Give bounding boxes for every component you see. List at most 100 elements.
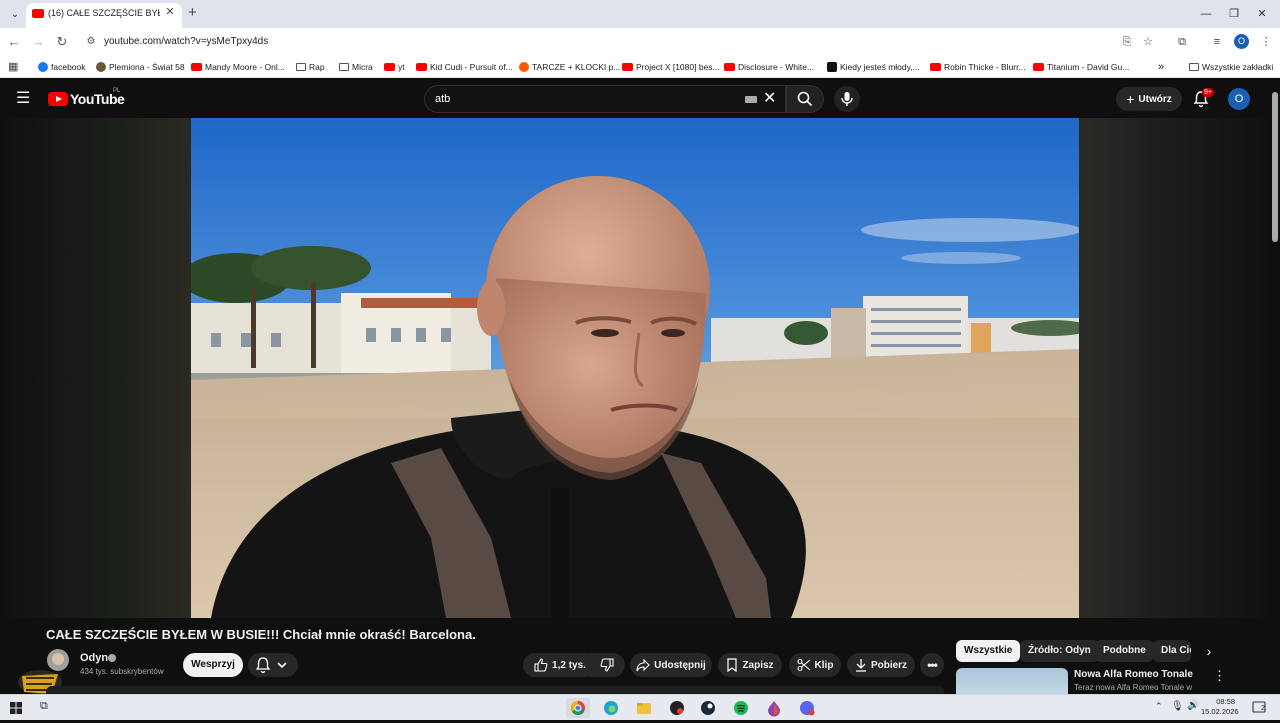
support-button[interactable]: Wesprzyj xyxy=(183,653,243,677)
keyboard-icon[interactable] xyxy=(745,96,757,103)
url-text[interactable]: youtube.com/watch?v=ysMeTpxy4ds xyxy=(104,36,268,47)
steam-taskbar-icon[interactable] xyxy=(696,698,720,718)
forward-icon[interactable]: → xyxy=(29,33,47,51)
edge-taskbar-icon[interactable] xyxy=(599,698,623,718)
page-scrollbar[interactable] xyxy=(1270,80,1280,690)
site-info-icon[interactable]: ⚙ xyxy=(84,35,98,49)
tab-search-button[interactable]: ⌄ xyxy=(6,5,24,23)
clip-button[interactable]: Klip xyxy=(789,653,841,677)
bookmarks-overflow-button[interactable]: » xyxy=(1158,60,1164,74)
chevron-right-icon[interactable]: › xyxy=(1198,640,1220,662)
new-tab-button[interactable]: + xyxy=(188,5,197,21)
profile-avatar[interactable]: O xyxy=(1234,34,1249,49)
clear-search-icon[interactable]: ✕ xyxy=(763,90,776,108)
bookmark-item[interactable]: Kid Cudi - Pursuit of... xyxy=(416,60,513,74)
youtube-icon xyxy=(384,63,395,71)
bookmark-folder[interactable]: Micra xyxy=(339,60,373,74)
minimize-icon[interactable]: — xyxy=(1196,5,1216,23)
extensions-icon[interactable]: ⧉ xyxy=(1173,33,1191,51)
reload-icon[interactable]: ↻ xyxy=(53,33,71,51)
save-button[interactable]: Zapisz xyxy=(718,653,782,677)
video-frame[interactable] xyxy=(191,118,1079,618)
spotify-taskbar-icon[interactable] xyxy=(729,698,753,718)
verified-check-icon xyxy=(108,654,116,662)
file-explorer-taskbar-icon[interactable] xyxy=(632,698,656,718)
action-center-icon[interactable]: 2 xyxy=(1251,700,1269,716)
address-bar[interactable]: ⚙ youtube.com/watch?v=ysMeTpxy4ds xyxy=(78,31,1168,53)
create-button[interactable]: + Utwórz xyxy=(1116,87,1182,111)
bookmark-label: TARCZE + KLOCKI p... xyxy=(532,62,621,72)
hamburger-menu-icon[interactable]: ☰ xyxy=(16,90,32,108)
tab-title: (16) CAŁE SZCZĘŚCIE BYŁEM W xyxy=(48,8,160,18)
generic-site-icon xyxy=(827,62,837,72)
chip-related[interactable]: Podobne xyxy=(1095,640,1154,662)
youtube-icon xyxy=(191,63,202,71)
account-avatar[interactable]: O xyxy=(1228,88,1250,110)
download-label: Pobierz xyxy=(870,659,908,671)
search-input[interactable]: atb ✕ xyxy=(424,85,786,113)
country-code: PL xyxy=(113,88,121,94)
subscription-notifications-button[interactable] xyxy=(248,653,298,677)
video-player[interactable] xyxy=(0,118,1270,618)
bookmark-label: Kid Cudi - Pursuit of... xyxy=(430,62,513,72)
youtube-play-icon xyxy=(48,92,68,106)
chrome-taskbar-icon[interactable] xyxy=(566,698,590,718)
plus-icon: + xyxy=(1126,91,1135,107)
download-button[interactable]: Pobierz xyxy=(847,653,915,677)
bookmark-item[interactable]: Mandy Moore - Onl... xyxy=(191,60,285,74)
all-bookmarks-button[interactable]: Wszystkie zakładki xyxy=(1189,60,1273,74)
dislike-button[interactable] xyxy=(589,653,625,677)
share-button[interactable]: Udostępnij xyxy=(630,653,712,677)
bookmark-label: Titanium - David Gu... xyxy=(1047,62,1130,72)
volume-icon[interactable]: 🔊 xyxy=(1187,700,1199,711)
back-icon[interactable]: ← xyxy=(5,33,23,51)
clock-date[interactable]: 15.02.2026 xyxy=(1201,707,1239,716)
bookmark-item[interactable]: Titanium - David Gu... xyxy=(1033,60,1129,74)
discord-taskbar-icon[interactable] xyxy=(795,698,819,718)
microphone-icon xyxy=(841,92,853,106)
browser-menu-icon[interactable]: ⋮ xyxy=(1257,33,1275,51)
restore-icon[interactable]: ❐ xyxy=(1224,5,1244,23)
folder-icon xyxy=(296,63,306,71)
search-button[interactable] xyxy=(786,85,824,113)
apps-grid-icon[interactable]: ▦ xyxy=(8,61,18,73)
bookmark-item[interactable]: Kiedy jesteś młody,... xyxy=(827,60,920,74)
bookmarks-bar: ▦ facebook Plemiona - Świat 58 Mandy Moo… xyxy=(0,56,1280,78)
voice-search-button[interactable] xyxy=(834,86,860,112)
tray-overflow-icon[interactable]: ⌃ xyxy=(1155,701,1163,712)
media-controls-icon[interactable]: ≡ xyxy=(1208,33,1226,51)
channel-name[interactable]: Odyn xyxy=(80,652,108,664)
app-drop-taskbar-icon[interactable] xyxy=(762,698,786,718)
chip-for-you[interactable]: Dla Ciebie xyxy=(1153,640,1191,662)
bookmark-label: facebook xyxy=(51,62,86,72)
close-window-icon[interactable]: ✕ xyxy=(1252,5,1272,23)
youtube-icon xyxy=(1033,63,1044,71)
bookmark-star-icon[interactable]: ☆ xyxy=(1139,33,1157,51)
bookmark-item[interactable]: Disclosure - White... xyxy=(724,60,814,74)
microphone-tray-icon[interactable]: 🎙 xyxy=(1171,701,1184,712)
chip-all[interactable]: Wszystkie xyxy=(956,640,1021,662)
tab-close-icon[interactable]: ✕ xyxy=(164,6,176,18)
like-button[interactable]: 1,2 tys. xyxy=(523,653,597,677)
more-actions-button[interactable]: ••• xyxy=(920,653,944,677)
bookmark-folder[interactable]: Rap xyxy=(296,60,325,74)
bookmark-item[interactable]: facebook xyxy=(38,60,86,74)
app-taskbar-icon[interactable] xyxy=(665,698,689,718)
scrollbar-thumb[interactable] xyxy=(1272,92,1278,242)
task-view-icon[interactable]: ⧉ xyxy=(40,700,48,713)
tab-strip: ⌄ (16) CAŁE SZCZĘŚCIE BYŁEM W ✕ + — ❐ ✕ xyxy=(0,0,1280,28)
recommended-title[interactable]: Nowa Alfa Romeo Tonale xyxy=(1074,669,1193,680)
youtube-icon xyxy=(622,63,633,71)
bookmark-item[interactable]: yt xyxy=(384,60,405,74)
chip-source[interactable]: Źródło: Odyn xyxy=(1020,640,1099,662)
windows-start-icon[interactable] xyxy=(10,702,22,714)
search-query[interactable]: atb xyxy=(435,93,450,105)
bookmark-item[interactable]: Robin Thicke - Blurr... xyxy=(930,60,1026,74)
tab-active[interactable]: (16) CAŁE SZCZĘŚCIE BYŁEM W ✕ xyxy=(26,3,182,28)
bookmark-item[interactable]: TARCZE + KLOCKI p... xyxy=(519,60,620,74)
more-vertical-icon[interactable]: ⋮ xyxy=(1213,668,1226,684)
clock-time[interactable]: 08:58 xyxy=(1211,697,1235,706)
bookmark-item[interactable]: Plemiona - Świat 58 xyxy=(96,60,185,74)
install-app-icon[interactable]: ⎘ xyxy=(1118,33,1136,51)
bookmark-item[interactable]: Project X [1080] bes... xyxy=(622,60,720,74)
